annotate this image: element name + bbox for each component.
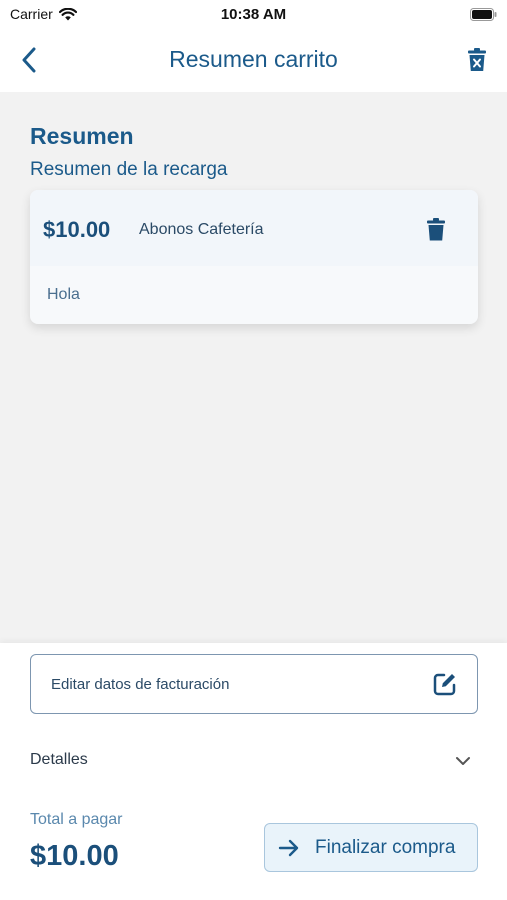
trash-x-icon xyxy=(468,48,486,71)
main-content: Resumen Resumen de la recarga $10.00 Abo… xyxy=(0,92,507,643)
checkout-label: Finalizar compra xyxy=(315,836,456,858)
section-subtitle: Resumen de la recarga xyxy=(30,159,228,180)
trash-icon xyxy=(427,217,445,240)
cart-item-card: $10.00 Abonos Cafetería Hola xyxy=(30,190,478,324)
total-label: Total a pagar xyxy=(30,811,123,828)
section-title: Resumen xyxy=(30,123,134,149)
edit-billing-button[interactable]: Editar datos de facturación xyxy=(30,654,478,714)
page-title: Resumen carrito xyxy=(169,46,338,72)
delete-item-button[interactable] xyxy=(424,216,448,242)
nav-bar: Resumen carrito xyxy=(0,30,507,92)
item-note: Hola xyxy=(47,286,80,303)
billing-label: Editar datos de facturación xyxy=(51,676,230,693)
chevron-down-icon xyxy=(456,757,470,765)
item-name: Abonos Cafetería xyxy=(139,221,264,238)
edit-icon xyxy=(433,673,456,696)
battery-icon xyxy=(470,8,497,21)
details-label: Detalles xyxy=(30,751,88,768)
status-bar: Carrier 10:38 AM xyxy=(0,0,507,30)
total-value: $10.00 xyxy=(30,840,119,872)
arrow-right-icon xyxy=(278,839,299,856)
clear-cart-button[interactable] xyxy=(463,45,491,75)
cart-item-header: $10.00 Abonos Cafetería xyxy=(30,190,478,266)
checkout-button[interactable]: Finalizar compra xyxy=(264,823,478,872)
checkout-panel: Editar datos de facturación Detalles Tot… xyxy=(0,643,507,900)
status-time: 10:38 AM xyxy=(220,6,287,23)
item-price: $10.00 xyxy=(43,217,111,242)
details-toggle[interactable]: Detalles xyxy=(30,749,478,773)
